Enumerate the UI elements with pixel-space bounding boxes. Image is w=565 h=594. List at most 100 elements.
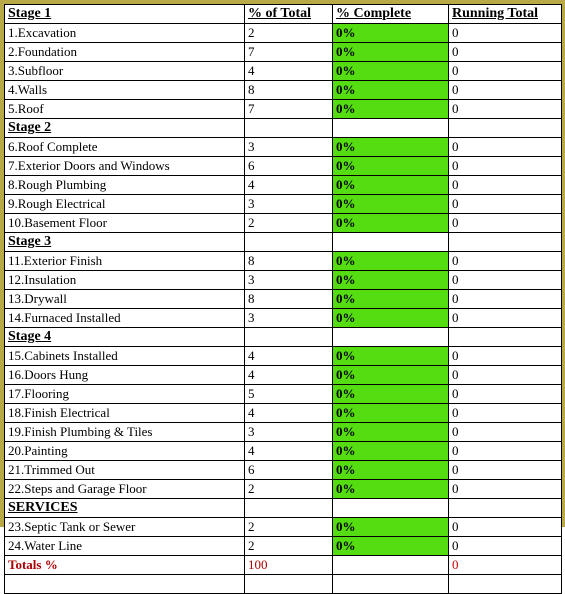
table-row: 9.Rough Electrical30%0 [5, 195, 562, 214]
section-header: SERVICES [5, 499, 245, 518]
pct-complete-cell[interactable]: 0% [333, 62, 449, 81]
running-total-cell: 0 [449, 480, 562, 499]
running-total-cell: 0 [449, 404, 562, 423]
pct-complete-cell[interactable]: 0% [333, 404, 449, 423]
empty-cell [333, 233, 449, 252]
row-label: 8.Rough Plumbing [5, 176, 245, 195]
pct-total-cell[interactable]: 7 [245, 43, 333, 62]
pct-complete-cell[interactable]: 0% [333, 423, 449, 442]
row-label: 4.Walls [5, 81, 245, 100]
running-total-cell: 0 [449, 347, 562, 366]
pct-total-cell[interactable]: 2 [245, 24, 333, 43]
pct-complete-cell[interactable]: 0% [333, 347, 449, 366]
pct-complete-cell[interactable]: 0% [333, 290, 449, 309]
table-row: 6.Roof Complete30%0 [5, 138, 562, 157]
pct-total-cell[interactable]: 7 [245, 100, 333, 119]
pct-total-cell[interactable]: 8 [245, 252, 333, 271]
pct-total-cell[interactable]: 8 [245, 290, 333, 309]
pct-complete-cell[interactable]: 0% [333, 442, 449, 461]
pct-complete-cell[interactable]: 0% [333, 309, 449, 328]
running-total-cell: 0 [449, 385, 562, 404]
running-total-cell: 0 [449, 290, 562, 309]
row-label: 5.Roof [5, 100, 245, 119]
pct-total-cell[interactable]: 3 [245, 423, 333, 442]
pct-complete-cell[interactable]: 0% [333, 518, 449, 537]
pct-total-cell[interactable]: 3 [245, 271, 333, 290]
pct-total-cell[interactable]: 2 [245, 480, 333, 499]
pct-total-cell[interactable]: 4 [245, 366, 333, 385]
table-row: 13.Drywall80%0 [5, 290, 562, 309]
totals-pct-complete [333, 556, 449, 575]
pct-total-cell[interactable]: 4 [245, 404, 333, 423]
pct-total-cell[interactable]: 2 [245, 537, 333, 556]
pct-total-cell[interactable]: 3 [245, 138, 333, 157]
empty-cell [449, 233, 562, 252]
pct-complete-cell[interactable]: 0% [333, 100, 449, 119]
row-label: 21.Trimmed Out [5, 461, 245, 480]
row-label: 18.Finish Electrical [5, 404, 245, 423]
pct-total-cell[interactable]: 5 [245, 385, 333, 404]
row-label: 7.Exterior Doors and Windows [5, 157, 245, 176]
pct-total-cell[interactable]: 4 [245, 442, 333, 461]
pct-complete-cell[interactable]: 0% [333, 271, 449, 290]
pct-complete-cell[interactable]: 0% [333, 252, 449, 271]
row-label: 19.Finish Plumbing & Tiles [5, 423, 245, 442]
pct-complete-cell[interactable]: 0% [333, 385, 449, 404]
pct-complete-cell[interactable]: 0% [333, 537, 449, 556]
table-row: 20.Painting40%0 [5, 442, 562, 461]
row-label: 23.Septic Tank or Sewer [5, 518, 245, 537]
table-row: 23.Septic Tank or Sewer20%0 [5, 518, 562, 537]
pct-total-cell[interactable]: 6 [245, 461, 333, 480]
pct-complete-cell[interactable]: 0% [333, 157, 449, 176]
running-total-cell: 0 [449, 43, 562, 62]
pct-total-cell[interactable]: 6 [245, 157, 333, 176]
running-total-cell: 0 [449, 138, 562, 157]
pct-complete-cell[interactable]: 0% [333, 43, 449, 62]
empty-cell [449, 499, 562, 518]
col-header-pct-total: % of Total [245, 5, 333, 24]
running-total-cell: 0 [449, 309, 562, 328]
pct-complete-cell[interactable]: 0% [333, 480, 449, 499]
pct-complete-cell[interactable]: 0% [333, 176, 449, 195]
pct-total-cell[interactable]: 3 [245, 195, 333, 214]
pct-total-cell[interactable]: 2 [245, 214, 333, 233]
running-total-cell: 0 [449, 176, 562, 195]
empty-cell [333, 575, 449, 594]
pct-complete-cell[interactable]: 0% [333, 195, 449, 214]
row-label: 12.Insulation [5, 271, 245, 290]
empty-cell [333, 499, 449, 518]
running-total-cell: 0 [449, 252, 562, 271]
totals-pct-total: 100 [245, 556, 333, 575]
table-row: 22.Steps and Garage Floor20%0 [5, 480, 562, 499]
pct-complete-cell[interactable]: 0% [333, 214, 449, 233]
pct-total-cell[interactable]: 4 [245, 176, 333, 195]
pct-total-cell[interactable]: 8 [245, 81, 333, 100]
pct-complete-cell[interactable]: 0% [333, 138, 449, 157]
pct-complete-cell[interactable]: 0% [333, 81, 449, 100]
table-row: 16.Doors Hung40%0 [5, 366, 562, 385]
running-total-cell: 0 [449, 24, 562, 43]
section-header: Stage 2 [5, 119, 245, 138]
pct-total-cell[interactable]: 2 [245, 518, 333, 537]
pct-total-cell[interactable]: 4 [245, 347, 333, 366]
pct-total-cell[interactable]: 3 [245, 309, 333, 328]
running-total-cell: 0 [449, 423, 562, 442]
pct-complete-cell[interactable]: 0% [333, 366, 449, 385]
budget-table: Stage 1% of Total% CompleteRunning Total… [4, 4, 562, 594]
row-label: 6.Roof Complete [5, 138, 245, 157]
table-row: 1.Excavation20%0 [5, 24, 562, 43]
col-header-stage: Stage 1 [5, 5, 245, 24]
table-row: 5.Roof70%0 [5, 100, 562, 119]
section-header: Stage 3 [5, 233, 245, 252]
totals-label: Totals % [5, 556, 245, 575]
pct-complete-cell[interactable]: 0% [333, 24, 449, 43]
pct-complete-cell[interactable]: 0% [333, 461, 449, 480]
table-row: 3.Subfloor40%0 [5, 62, 562, 81]
table-row: 19.Finish Plumbing & Tiles30%0 [5, 423, 562, 442]
empty-cell [449, 575, 562, 594]
table-row: 4.Walls80%0 [5, 81, 562, 100]
col-header-pct-complete: % Complete [333, 5, 449, 24]
table-row: 12.Insulation30%0 [5, 271, 562, 290]
pct-total-cell[interactable]: 4 [245, 62, 333, 81]
running-total-cell: 0 [449, 366, 562, 385]
